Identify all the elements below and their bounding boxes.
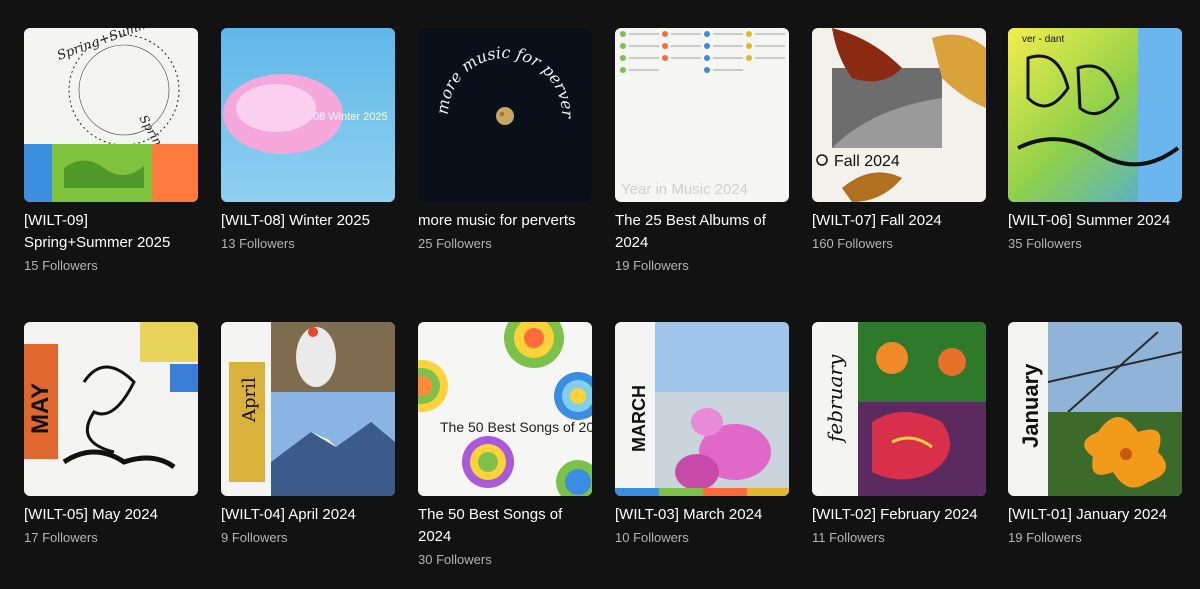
playlist-title[interactable]: [WILT-06] Summer 2024 (1008, 210, 1182, 232)
playlist-grid: Spring+Summer Spring+Summer [WILT-09] Sp… (0, 0, 1200, 589)
playlist-cover[interactable]: Fall 2024 (812, 28, 986, 202)
follower-count: 19 Followers (615, 258, 689, 273)
autumn-leaves-art: Fall 2024 (812, 28, 986, 202)
playlist-card[interactable]: more music for perverts more music for p… (418, 28, 592, 255)
playlist-cover[interactable]: ver - dant (1008, 28, 1182, 202)
svg-text:MARCH: MARCH (629, 385, 649, 452)
svg-text:Fall 2024: Fall 2024 (834, 153, 900, 170)
playlist-title[interactable]: [WILT-09] Spring+Summer 2025 (24, 210, 198, 254)
playlist-card[interactable]: The 50 Best Songs of 2024 The 50 Best So… (418, 322, 592, 571)
pink-cloud-art: 08 Winter 2025 (221, 28, 395, 202)
playlist-card[interactable]: ver - dant [WILT-06] Summer 2024 35 Foll… (1008, 28, 1182, 255)
playlist-cover[interactable]: Year in Music 2024 (615, 28, 789, 202)
playlist-title[interactable]: [WILT-08] Winter 2025 (221, 210, 395, 232)
playlist-card[interactable]: Spring+Summer Spring+Summer [WILT-09] Sp… (24, 28, 198, 277)
follower-count: 11 Followers (812, 530, 885, 545)
follower-count: 25 Followers (418, 236, 492, 251)
playlist-title[interactable]: [WILT-01] January 2024 (1008, 504, 1182, 526)
playlist-card[interactable]: April [WILT-04] April 2024 9 Followers (221, 322, 395, 549)
follower-count: 15 Followers (24, 258, 98, 273)
playlist-cover[interactable]: MARCH (615, 322, 789, 496)
svg-text:february: february (823, 354, 847, 444)
playlist-cover[interactable]: Spring+Summer Spring+Summer (24, 28, 198, 202)
playlist-title[interactable]: The 25 Best Albums of 2024 (615, 210, 789, 254)
playlist-title[interactable]: [WILT-03] March 2024 (615, 504, 789, 526)
playlist-cover[interactable]: The 50 Best Songs of 2024 (418, 322, 592, 496)
may-collage-art: MAY (24, 322, 198, 496)
playlist-cover[interactable]: January (1008, 322, 1182, 496)
playlist-title[interactable]: [WILT-04] April 2024 (221, 504, 395, 526)
svg-text:The 50 Best Songs of 2024: The 50 Best Songs of 2024 (440, 419, 592, 435)
follower-count: 17 Followers (24, 530, 98, 545)
svg-text:MAY: MAY (27, 383, 54, 434)
playlist-title[interactable]: [WILT-07] Fall 2024 (812, 210, 986, 232)
playlist-title[interactable]: more music for perverts (418, 210, 592, 232)
playlist-title[interactable]: [WILT-05] May 2024 (24, 504, 198, 526)
citrus-dragon-art: february (812, 322, 986, 496)
svg-text:January: January (1018, 363, 1043, 448)
playlist-card[interactable]: MAY [WILT-05] May 2024 17 Followers (24, 322, 198, 549)
orange-flower-art: January (1008, 322, 1182, 496)
orchid-art: MARCH (615, 322, 789, 496)
svg-text:ver - dant: ver - dant (1022, 34, 1064, 45)
playlist-cover[interactable]: more music for perverts (418, 28, 592, 202)
playlist-card[interactable]: Year in Music 2024 The 25 Best Albums of… (615, 28, 789, 277)
playlist-card[interactable]: february [WILT-02] February 2024 11 Foll… (812, 322, 986, 549)
playlist-cover[interactable]: 08 Winter 2025 (221, 28, 395, 202)
follower-count: 35 Followers (1008, 236, 1082, 251)
summer-sketch-art: ver - dant (1008, 28, 1182, 202)
wilt-ring-art: Spring+Summer Spring+Summer (24, 28, 198, 202)
svg-text:April: April (239, 377, 260, 423)
playlist-title[interactable]: [WILT-02] February 2024 (812, 504, 986, 526)
playlist-cover[interactable]: MAY (24, 322, 198, 496)
playlist-card[interactable]: Fall 2024 [WILT-07] Fall 2024 160 Follow… (812, 28, 986, 255)
follower-count: 10 Followers (615, 530, 689, 545)
playlist-cover[interactable]: february (812, 322, 986, 496)
svg-text:08 Winter 2025: 08 Winter 2025 (313, 111, 388, 123)
follower-count: 19 Followers (1008, 530, 1082, 545)
playlist-card[interactable]: January [WILT-01] January 2024 19 Follow… (1008, 322, 1182, 549)
follower-count: 9 Followers (221, 530, 288, 545)
moon-circle-art: more music for perverts (418, 28, 592, 202)
follower-count: 13 Followers (221, 236, 295, 251)
grid-list-art: Year in Music 2024 (615, 28, 789, 202)
follower-count: 160 Followers (812, 236, 893, 251)
follower-count: 30 Followers (418, 552, 492, 567)
playlist-title[interactable]: The 50 Best Songs of 2024 (418, 504, 592, 548)
koi-mountain-art: April (221, 322, 395, 496)
svg-text:Year in Music 2024: Year in Music 2024 (621, 181, 748, 198)
target-circles-art: The 50 Best Songs of 2024 (418, 322, 592, 496)
playlist-cover[interactable]: April (221, 322, 395, 496)
playlist-card[interactable]: 08 Winter 2025 [WILT-08] Winter 2025 13 … (221, 28, 395, 255)
playlist-card[interactable]: MARCH [WILT-03] March 2024 10 Followers (615, 322, 789, 549)
